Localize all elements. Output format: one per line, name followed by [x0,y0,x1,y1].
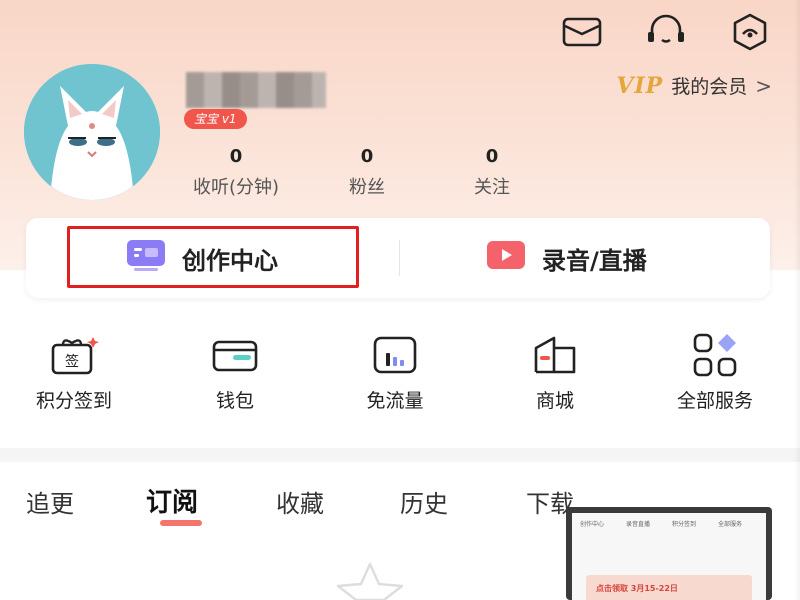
username-redacted [186,72,326,108]
service-label: 全部服务 [676,390,753,412]
service-free-data[interactable]: 免流量 [325,330,465,413]
service-label: 商城 [535,390,574,412]
record-live-label: 录音/直播 [542,246,647,275]
avatar[interactable] [24,64,160,200]
stat-fans[interactable]: 0 粉丝 [292,146,442,199]
service-mall[interactable]: 商城 [485,330,625,413]
thumbnail-text: 录音直播 [626,521,651,528]
stat-label: 收听(分钟) [192,177,280,198]
stat-following[interactable]: 0 关注 [442,146,542,199]
mail-icon[interactable] [560,12,604,52]
stat-value: 0 [485,146,499,167]
scan-icon[interactable] [728,12,772,52]
vip-label: 我的会员 [671,76,748,98]
thumbnail-content: 创作中心 录音直播 积分签到 全部服务 点击领取 3月15-22日 [572,513,766,600]
service-label: 积分签到 [35,390,112,412]
chevron-right-icon: > [755,73,772,98]
vip-logo: VIP [616,72,664,99]
wallet-icon [210,330,260,380]
service-all[interactable]: 全部服务 [645,330,785,413]
record-live-button[interactable]: 录音/直播 [486,218,647,298]
creation-center-highlight [67,226,359,288]
service-label: 免流量 [366,390,424,412]
section-divider [0,448,800,462]
video-play-icon [486,240,526,276]
thumbnail-text: 创作中心 [580,521,605,528]
service-label: 钱包 [215,390,254,412]
active-tab-indicator [160,520,202,526]
vip-membership-link[interactable]: VIP 我的会员 > [616,72,772,99]
thumbnail-text: 积分签到 [672,521,697,528]
service-grid: 签 积分签到 钱包 免流量 商城 全部服务 [0,330,800,420]
stat-listen-minutes[interactable]: 0 收听(分钟) [180,146,292,199]
profile-stats: 0 收听(分钟) 0 粉丝 0 关注 [180,146,542,199]
empty-state-star-icon [336,562,404,600]
divider [399,240,400,276]
stat-value: 0 [229,146,243,167]
tab-history[interactable]: 历史 [400,484,448,519]
stat-label: 粉丝 [349,177,385,198]
thumbnail-row: 创作中心 录音直播 积分签到 全部服务 [580,519,742,528]
screenshot-preview-thumbnail[interactable]: 创作中心 录音直播 积分签到 全部服务 点击领取 3月15-22日 [566,507,772,600]
all-services-icon [690,330,740,380]
thumbnail-text: 全部服务 [718,521,743,528]
right-edge-shadow [794,0,800,600]
stat-label: 关注 [474,177,510,198]
thumbnail-banner: 点击领取 3月15-22日 [586,575,752,600]
tab-favorites[interactable]: 收藏 [276,484,324,519]
top-toolbar [560,12,772,52]
free-data-icon [370,330,420,380]
service-sign-in[interactable]: 签 积分签到 [4,330,144,413]
mall-icon [530,330,580,380]
customer-service-icon[interactable] [644,12,688,52]
thumbnail-banner-text: 点击领取 3月15-22日 [596,584,678,593]
svg-text:签: 签 [65,353,79,370]
sign-in-gift-icon: 签 [49,330,99,380]
service-wallet[interactable]: 钱包 [165,330,305,413]
stat-value: 0 [360,146,374,167]
level-badge: 宝宝 v1 [184,109,247,129]
tab-follow-updates[interactable]: 追更 [26,484,74,519]
tab-subscriptions[interactable]: 订阅 [146,482,198,519]
